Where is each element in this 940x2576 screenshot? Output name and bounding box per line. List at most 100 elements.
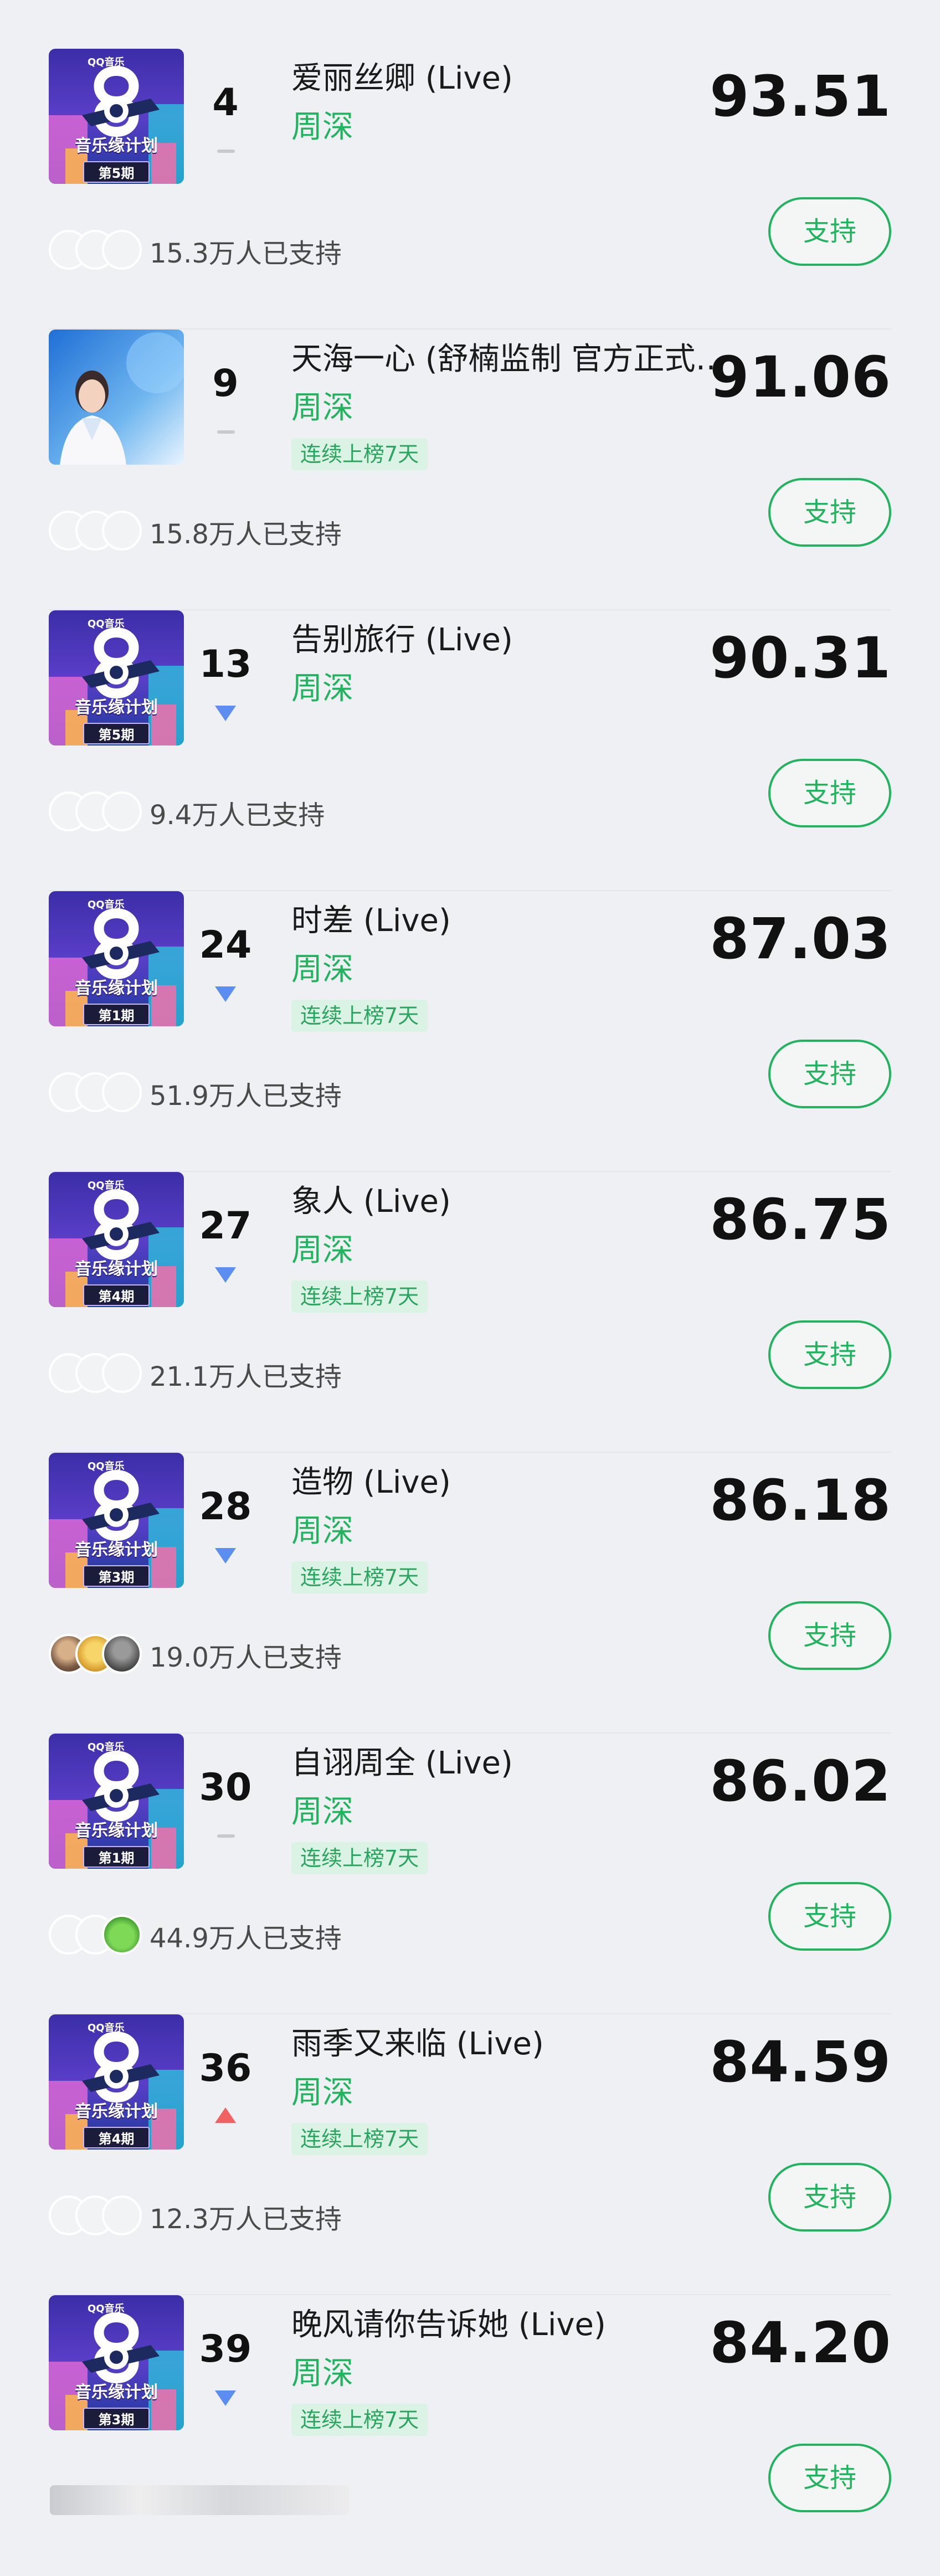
rank-trend-flat-icon bbox=[215, 144, 236, 157]
rank-trend-down-icon bbox=[215, 1548, 236, 1564]
supporter-avatar bbox=[102, 511, 142, 551]
support-button[interactable]: 支持 bbox=[768, 1882, 891, 1951]
cover-episode: 第3期 bbox=[83, 2408, 150, 2429]
cover-episode: 第4期 bbox=[83, 1284, 150, 1306]
song-title[interactable]: 爱丽丝卿 (Live) bbox=[291, 59, 729, 99]
chart-item: QQ音乐音乐缘计划第3期 39 晚风请你告诉她 (Live) 周深连续上榜7天 84.2… bbox=[0, 2295, 940, 2576]
album-cover[interactable]: QQ音乐 音乐缘计划 第1期 bbox=[49, 891, 184, 1026]
score-value: 86.18 bbox=[710, 1468, 891, 1534]
rank-trend-down-icon bbox=[215, 986, 236, 1002]
album-cover[interactable]: QQ音乐 音乐缘计划 第3期 bbox=[49, 1453, 184, 1588]
song-title[interactable]: 象人 (Live) bbox=[291, 1182, 729, 1222]
streak-badge: 连续上榜7天 bbox=[291, 1000, 428, 1032]
qq-music-logo: QQ音乐 bbox=[88, 1461, 125, 1472]
artist-name[interactable]: 周深 bbox=[291, 670, 353, 708]
song-title[interactable]: 天海一心 (舒楠监制 官方正式版) bbox=[291, 340, 729, 379]
support-button[interactable]: 支持 bbox=[768, 759, 891, 827]
supporter-avatar bbox=[102, 1634, 142, 1674]
cover-title: 音乐缘计划 bbox=[75, 2102, 158, 2121]
rank-trend-down-icon bbox=[215, 706, 236, 721]
artist-name[interactable]: 周深 bbox=[291, 1232, 353, 1269]
album-cover[interactable]: QQ音乐音乐缘计划第3期 bbox=[49, 2295, 184, 2430]
song-title[interactable]: 雨季又来临 (Live) bbox=[291, 2024, 729, 2064]
support-button[interactable]: 支持 bbox=[768, 1601, 891, 1670]
support-button[interactable]: 支持 bbox=[768, 2163, 891, 2231]
supporter-count: 9.4万人已支持 bbox=[150, 800, 325, 831]
supporter-count: 12.3万人已支持 bbox=[150, 2204, 342, 2235]
rank-trend-down-icon bbox=[215, 1267, 236, 1283]
score-value: 91.06 bbox=[710, 345, 891, 410]
score-value: 87.03 bbox=[710, 906, 891, 972]
chart-item: QQ音乐 音乐缘计划 第4期 36 雨季又来临 (Live) 周深 连续上榜7天 84.59 支… bbox=[0, 2014, 940, 2295]
chart-item: QQ音乐 音乐缘计划 第4期 27 象人 (Live) 周深 连续上榜7天 86.75 支持 21… bbox=[0, 1172, 940, 1453]
qq-music-logo: QQ音乐 bbox=[88, 56, 125, 68]
score-value: 93.51 bbox=[710, 64, 891, 130]
streak-badge: 连续上榜7天 bbox=[291, 1561, 428, 1593]
support-button[interactable]: 支持 bbox=[768, 1040, 891, 1108]
supporter-avatar bbox=[102, 1353, 142, 1393]
rank-number: 39 bbox=[199, 2327, 252, 2371]
supporter-avatar bbox=[102, 1915, 142, 1955]
score-value: 84.59 bbox=[710, 2029, 891, 2095]
song-title[interactable]: 晚风请你告诉她 (Live) bbox=[291, 2305, 729, 2345]
supporter-avatars bbox=[49, 1353, 143, 1395]
cover-title: 音乐缘计划 bbox=[75, 1821, 158, 1840]
support-button[interactable]: 支持 bbox=[768, 478, 891, 547]
support-button[interactable]: 支持 bbox=[768, 1320, 891, 1389]
cover-title: 音乐缘计划 bbox=[75, 2383, 158, 2402]
supporter-avatars bbox=[49, 511, 143, 553]
score-value: 84.20 bbox=[710, 2310, 891, 2376]
streak-badge: 连续上榜7天 bbox=[291, 2404, 428, 2436]
album-cover[interactable]: QQ音乐 音乐缘计划 第5期 bbox=[49, 610, 184, 745]
supporter-avatars bbox=[49, 230, 143, 272]
supporter-avatar bbox=[102, 1072, 142, 1112]
artist-name[interactable]: 周深 bbox=[291, 1793, 353, 1831]
score-value: 86.75 bbox=[710, 1187, 891, 1253]
album-cover[interactable]: QQ音乐 音乐缘计划 第4期 bbox=[49, 1172, 184, 1307]
supporter-count: 15.3万人已支持 bbox=[150, 238, 342, 269]
rank-trend-flat-icon bbox=[215, 1829, 236, 1842]
album-cover[interactable]: QQ音乐 音乐缘计划 第5期 bbox=[49, 49, 184, 184]
artist-name[interactable]: 周深 bbox=[291, 1513, 353, 1550]
rank-number: 9 bbox=[212, 362, 239, 405]
support-button[interactable]: 支持 bbox=[768, 197, 891, 266]
cover-episode: 第5期 bbox=[83, 161, 150, 183]
cover-episode: 第1期 bbox=[83, 1004, 150, 1025]
supporter-avatars bbox=[49, 791, 143, 834]
album-cover[interactable]: QQ音乐 音乐缘计划 第1期 bbox=[49, 1734, 184, 1869]
cover-episode: 第1期 bbox=[83, 1846, 150, 1868]
qq-music-logo: QQ音乐 bbox=[88, 2303, 125, 2315]
qq-music-logo: QQ音乐 bbox=[88, 1180, 125, 1191]
supporter-count: 44.9万人已支持 bbox=[150, 1923, 342, 1954]
rank-number: 30 bbox=[199, 1766, 252, 1809]
song-title[interactable]: 自诩周全 (Live) bbox=[291, 1744, 729, 1783]
chart-item: QQ音乐 音乐缘计划 第1期 30 自诩周全 (Live) 周深 连续上榜7天 86.02 支持… bbox=[0, 1734, 940, 2014]
supporter-avatar bbox=[102, 791, 142, 831]
rank-number: 13 bbox=[199, 642, 252, 686]
artist-name[interactable]: 周深 bbox=[291, 389, 353, 427]
streak-badge: 连续上榜7天 bbox=[291, 438, 428, 470]
artist-name[interactable]: 周深 bbox=[291, 109, 353, 146]
supporter-count: 15.8万人已支持 bbox=[150, 519, 342, 550]
qq-music-logo: QQ音乐 bbox=[88, 899, 125, 911]
song-title[interactable]: 告别旅行 (Live) bbox=[291, 620, 729, 660]
artist-name[interactable]: 周深 bbox=[291, 2355, 353, 2393]
album-cover[interactable]: QQ音乐 音乐缘计划 第4期 bbox=[49, 2014, 184, 2150]
rank-number: 36 bbox=[199, 2047, 252, 2090]
artist-name[interactable]: 周深 bbox=[291, 2074, 353, 2112]
album-cover[interactable] bbox=[49, 330, 184, 465]
rank-number: 28 bbox=[199, 1485, 252, 1529]
chart-item: 9 天海一心 (舒楠监制 官方正式版) 周深连续上榜7天 91.06 支持 15.8万人已… bbox=[0, 330, 940, 610]
song-title[interactable]: 造物 (Live) bbox=[291, 1463, 729, 1503]
support-button[interactable]: 支持 bbox=[768, 2444, 891, 2512]
score-value: 90.31 bbox=[710, 625, 891, 691]
cover-episode: 第3期 bbox=[83, 1565, 150, 1587]
supporter-count: 51.9万人已支持 bbox=[150, 1081, 342, 1112]
chart-item: QQ音乐 音乐缘计划 第3期 28 造物 (Live) 周深 连续上榜7天 86.18 支持 19… bbox=[0, 1453, 940, 1734]
chart-item: QQ音乐 音乐缘计划 第1期 24 时差 (Live) 周深 连续上榜7天 87.03 支持 51… bbox=[0, 891, 940, 1172]
rank-trend-up-icon bbox=[215, 2107, 236, 2123]
song-title[interactable]: 时差 (Live) bbox=[291, 901, 729, 941]
artist-name[interactable]: 周深 bbox=[291, 951, 353, 989]
supporter-count: 21.1万人已支持 bbox=[150, 1361, 342, 1392]
score-value: 86.02 bbox=[710, 1749, 891, 1814]
